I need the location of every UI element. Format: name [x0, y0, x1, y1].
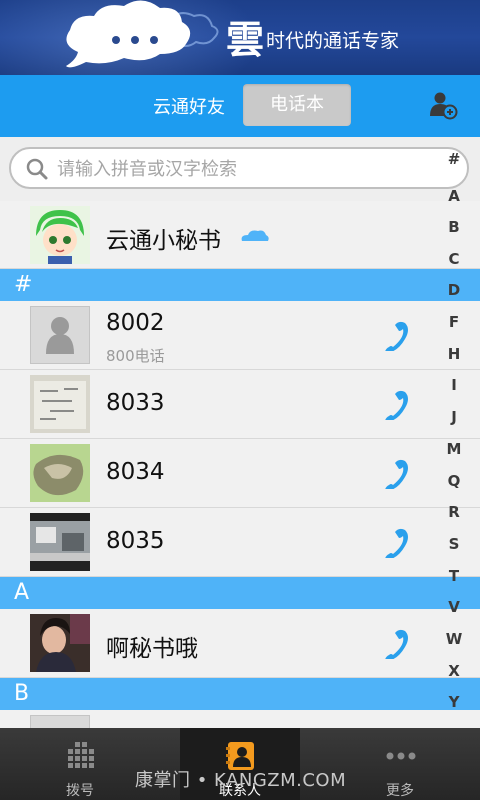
contact-row-partial[interactable]: [0, 710, 480, 728]
secretary-avatar: [30, 206, 90, 264]
index-letter[interactable]: J: [440, 408, 468, 426]
top-tab-bar: 云通好友 电话本: [0, 75, 480, 137]
phone-call-icon[interactable]: [375, 627, 411, 659]
contact-row[interactable]: 8033: [0, 370, 480, 439]
contact-name: 啊秘书哦: [106, 636, 198, 662]
nav-dial-label: 拨号: [66, 783, 94, 799]
index-letter[interactable]: F: [440, 313, 468, 331]
default-avatar-icon: [30, 306, 90, 364]
contact-row-secretary[interactable]: 云通小秘书: [0, 201, 480, 269]
contact-name: 8033: [106, 390, 165, 416]
contact-subtitle: 800电话: [106, 347, 165, 365]
index-letter[interactable]: M: [440, 440, 468, 458]
contact-name: 8034: [106, 459, 165, 485]
cloud-character: 雲: [226, 17, 265, 62]
phone-call-icon[interactable]: [375, 319, 411, 351]
search-input[interactable]: [55, 149, 439, 189]
search-icon: [26, 158, 48, 180]
index-letter[interactable]: S: [440, 535, 468, 553]
phone-call-icon[interactable]: [375, 526, 411, 558]
contact-row[interactable]: 啊秘书哦: [0, 609, 480, 678]
index-letter[interactable]: C: [440, 250, 468, 268]
nav-more[interactable]: 更多: [340, 728, 460, 800]
phone-call-icon[interactable]: [375, 388, 411, 420]
index-letter[interactable]: X: [440, 662, 468, 680]
app-banner: 雲 时代的通话专家: [0, 0, 480, 75]
index-letter[interactable]: B: [440, 218, 468, 236]
contact-photo-office: [30, 513, 90, 571]
index-letter[interactable]: W: [440, 630, 468, 648]
contact-name: 云通小秘书: [106, 228, 221, 254]
add-contact-icon[interactable]: [428, 90, 458, 120]
section-header-b: B: [0, 678, 480, 710]
slogan-text: 时代的通话专家: [266, 30, 400, 52]
tab-phonebook[interactable]: 电话本: [243, 84, 351, 126]
tab-yuntong-friends[interactable]: 云通好友: [142, 93, 236, 119]
contact-name: 8035: [106, 528, 165, 554]
contact-row[interactable]: 8034: [0, 439, 480, 508]
contact-name: 8002: [106, 310, 165, 336]
search-box[interactable]: [9, 147, 469, 189]
default-avatar-icon: [30, 715, 90, 728]
section-header-hash: #: [0, 269, 480, 301]
cloud-badge-icon: [241, 230, 269, 241]
index-letter[interactable]: T: [440, 567, 468, 585]
index-letter[interactable]: A: [440, 187, 468, 205]
section-header-a: A: [0, 577, 480, 609]
index-letter[interactable]: V: [440, 598, 468, 616]
nav-dial[interactable]: 拨号: [20, 728, 140, 800]
index-letter[interactable]: Q: [440, 472, 468, 490]
nav-more-label: 更多: [386, 783, 414, 799]
speech-cloud-logo: [66, 0, 219, 68]
search-area: [0, 137, 480, 201]
index-letter[interactable]: R: [440, 503, 468, 521]
contact-row[interactable]: 8035: [0, 508, 480, 577]
contact-photo-paper: [30, 375, 90, 433]
index-letter[interactable]: I: [440, 376, 468, 394]
dialpad-icon: [68, 742, 94, 768]
index-letter[interactable]: D: [440, 281, 468, 299]
more-dots-icon: [386, 752, 416, 760]
watermark-text: 康掌门 • KANGZM.COM: [135, 770, 347, 791]
contact-row[interactable]: 8002 800电话: [0, 301, 480, 370]
index-letter[interactable]: Y: [440, 693, 468, 711]
contact-photo-person: [30, 614, 90, 672]
index-letter[interactable]: #: [440, 150, 468, 168]
alphabet-index[interactable]: # A B C D F H I J M Q R S T V W X Y: [440, 150, 468, 711]
contact-list[interactable]: 云通小秘书 # 8002 800电话 8033 8034 8035 A 啊秘书哦…: [0, 201, 480, 728]
phone-call-icon[interactable]: [375, 457, 411, 489]
banner-slogan: 雲 时代的通话专家: [226, 14, 399, 60]
index-letter[interactable]: H: [440, 345, 468, 363]
contact-photo-fabric: [30, 444, 90, 502]
